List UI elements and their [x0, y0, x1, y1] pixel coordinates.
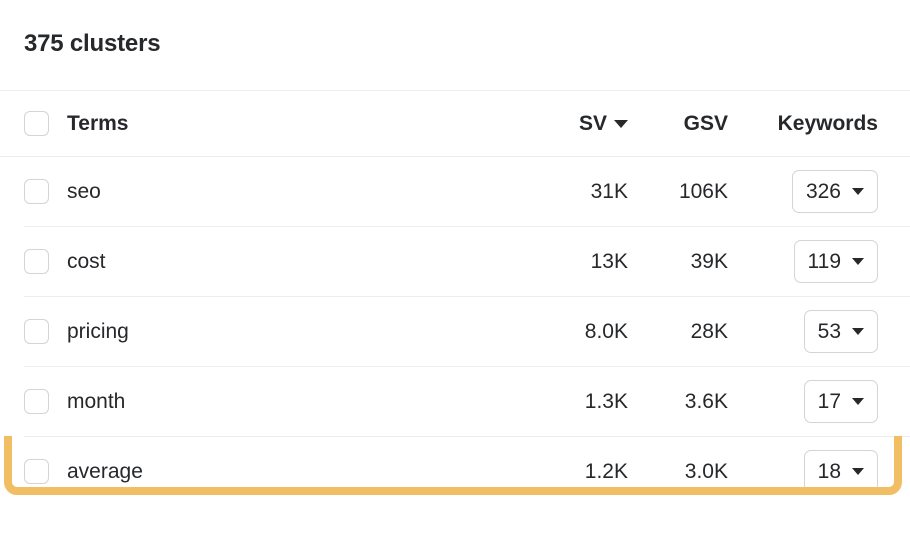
page-title: 375 clusters: [24, 30, 161, 57]
column-header-sv[interactable]: SV: [510, 112, 628, 136]
cell-term: month: [67, 389, 126, 413]
cell-sv: 13K: [590, 249, 628, 273]
cell-gsv: 3.0K: [684, 459, 728, 483]
table-row[interactable]: cost 13K 39K 119: [0, 227, 910, 296]
row-select-cell: [24, 389, 67, 414]
clusters-table: Terms SV GSV Keywords seo 31K 106K 326 c…: [0, 90, 910, 506]
column-header-keywords[interactable]: Keywords: [728, 112, 878, 136]
chevron-down-icon: [852, 188, 864, 195]
cell-term: cost: [67, 249, 106, 273]
row-checkbox[interactable]: [24, 249, 49, 274]
keywords-count: 119: [807, 249, 841, 273]
chevron-down-icon: [852, 398, 864, 405]
table-header-row: Terms SV GSV Keywords: [0, 91, 910, 156]
table-row-highlighted[interactable]: month 1.3K 3.6K 17: [0, 367, 910, 436]
row-checkbox[interactable]: [24, 389, 49, 414]
row-checkbox[interactable]: [24, 459, 49, 484]
chevron-down-icon: [852, 258, 864, 265]
keywords-dropdown[interactable]: 326: [791, 170, 878, 213]
column-header-terms[interactable]: Terms: [67, 111, 510, 137]
row-checkbox[interactable]: [24, 179, 49, 204]
table-row[interactable]: pricing 8.0K 28K 53: [0, 297, 910, 366]
table-row[interactable]: average 1.2K 3.0K 18: [0, 437, 910, 506]
cell-sv: 31K: [590, 179, 628, 203]
chevron-down-icon: [852, 468, 864, 475]
select-all-checkbox[interactable]: [24, 111, 49, 136]
cell-keywords: 53: [728, 310, 878, 353]
row-checkbox[interactable]: [24, 319, 49, 344]
row-select-cell: [24, 319, 67, 344]
cell-term: pricing: [67, 319, 129, 343]
caret-down-icon: [614, 119, 628, 128]
cell-gsv: 39K: [690, 249, 728, 273]
column-header-gsv[interactable]: GSV: [628, 112, 728, 136]
cell-keywords: 119: [728, 240, 878, 283]
row-select-cell: [24, 179, 67, 204]
keywords-count: 53: [817, 319, 841, 343]
cell-sv: 8.0K: [584, 319, 628, 343]
cell-gsv: 106K: [678, 179, 728, 203]
cell-keywords: 17: [728, 380, 878, 423]
keywords-dropdown[interactable]: 17: [803, 380, 878, 423]
column-header-sv-label: SV: [578, 111, 607, 135]
cell-keywords: 18: [728, 450, 878, 493]
row-select-cell: [24, 459, 67, 484]
keywords-count: 17: [817, 389, 841, 413]
keywords-count: 326: [805, 179, 841, 203]
select-all-cell: [24, 111, 67, 136]
cell-term: seo: [67, 179, 101, 203]
keywords-dropdown[interactable]: 119: [793, 240, 878, 283]
keywords-dropdown[interactable]: 18: [803, 450, 878, 493]
cell-sv: 1.2K: [584, 459, 628, 483]
chevron-down-icon: [852, 328, 864, 335]
table-row[interactable]: seo 31K 106K 326: [0, 157, 910, 226]
cell-term: average: [67, 459, 143, 483]
clusters-panel: 375 clusters Terms SV GSV Keywords seo 3…: [0, 0, 910, 550]
row-select-cell: [24, 249, 67, 274]
cell-gsv: 28K: [690, 319, 728, 343]
keywords-count: 18: [817, 459, 841, 483]
keywords-dropdown[interactable]: 53: [803, 310, 878, 353]
cell-gsv: 3.6K: [684, 389, 728, 413]
cell-sv: 1.3K: [584, 389, 628, 413]
sv-sort-control[interactable]: SV: [579, 112, 628, 136]
cell-keywords: 326: [728, 170, 878, 213]
